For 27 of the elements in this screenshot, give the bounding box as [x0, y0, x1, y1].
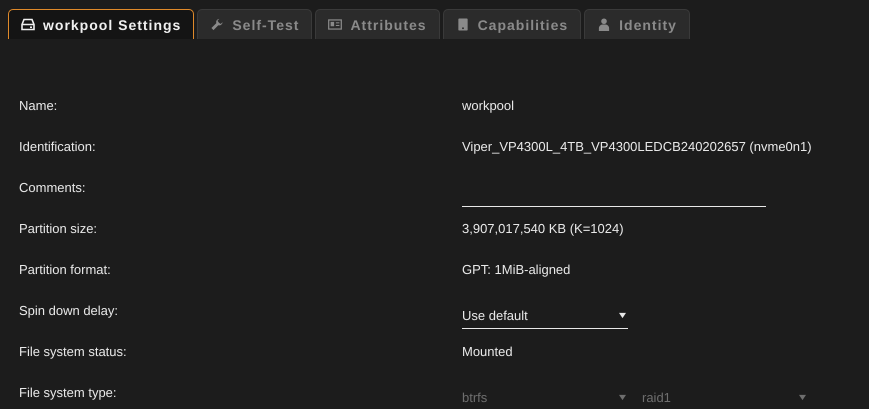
caret-icon: [619, 394, 626, 400]
field-label: Partition format:: [19, 262, 112, 277]
device-icon: [456, 18, 470, 31]
wrench-icon: [210, 18, 224, 31]
user-icon: [597, 18, 612, 31]
field-value: Mounted: [462, 344, 513, 359]
field-label: Name:: [19, 98, 58, 113]
field-label: Comments:: [19, 180, 86, 195]
dropdown[interactable]: Use default: [462, 302, 628, 328]
tab[interactable]: Capabilities: [442, 9, 582, 39]
tab[interactable]: Identity: [584, 9, 690, 39]
caret-icon: [799, 394, 806, 400]
field-value: 3,907,017,540 KB (K=1024): [462, 221, 624, 236]
field-label: File system type:: [19, 385, 118, 400]
drive-icon: [21, 18, 35, 31]
field-value: GPT: 1MiB-aligned: [462, 262, 570, 277]
tab[interactable]: Self-Test: [197, 9, 312, 39]
field-label: Spin down delay:: [19, 303, 120, 318]
field-value: workpool: [462, 98, 514, 113]
tab[interactable]: workpool Settings: [8, 9, 194, 39]
id-card-icon: [328, 18, 342, 31]
field-label: Partition size:: [19, 221, 98, 236]
tab[interactable]: Attributes: [315, 9, 440, 39]
field-value: Viper_VP4300L_4TB_VP4300LEDCB240202657 (nvme0n1): [462, 139, 812, 154]
field-label: File system status:: [19, 344, 128, 359]
caret-icon: [619, 312, 626, 318]
field-label: Identification:: [19, 139, 97, 154]
